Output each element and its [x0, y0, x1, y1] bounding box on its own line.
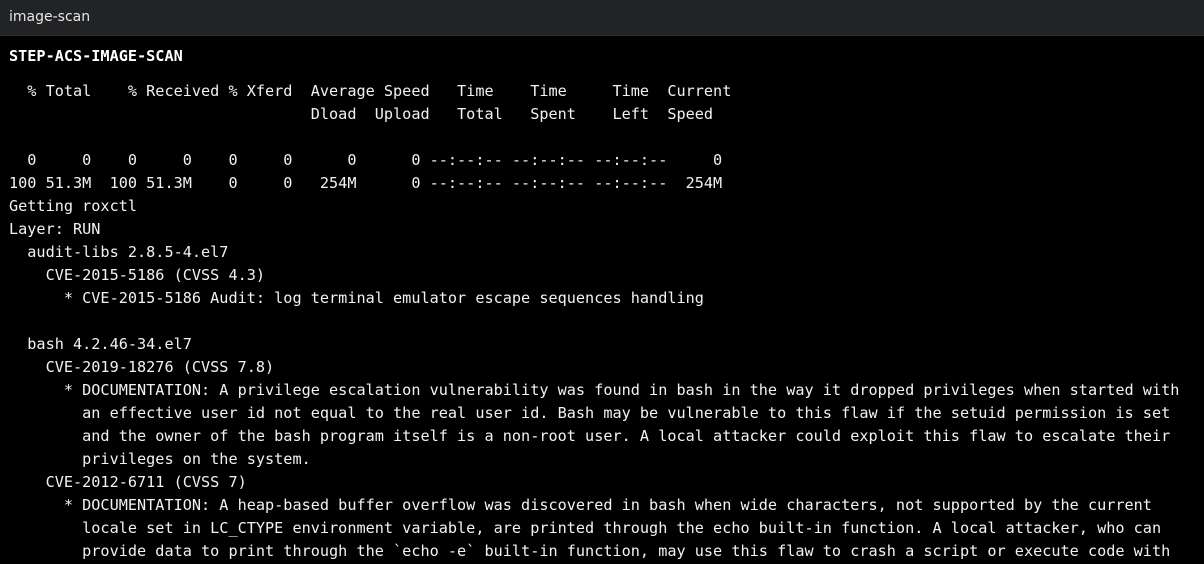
log-output[interactable]: STEP-ACS-IMAGE-SCAN % Total % Received %… [0, 36, 1204, 564]
terminal-window: image-scan STEP-ACS-IMAGE-SCAN % Total %… [0, 0, 1204, 564]
log-line: * CVE-2015-5186 Audit: log terminal emul… [9, 289, 704, 307]
log-line: bash 4.2.46-34.el7 [9, 335, 192, 353]
log-line: CVE-2012-6711 (CVSS 7) [9, 473, 247, 491]
log-line: 0 0 0 0 0 0 0 0 --:--:-- --:--:-- --:--:… [9, 151, 723, 169]
log-lines: % Total % Received % Xferd Average Speed… [9, 80, 1179, 563]
log-line: * DOCUMENTATION: A heap-based buffer ove… [9, 496, 1152, 514]
log-line: audit-libs 2.8.5-4.el7 [9, 243, 229, 261]
step-heading: STEP-ACS-IMAGE-SCAN [9, 47, 183, 65]
log-line: 100 51.3M 100 51.3M 0 0 254M 0 --:--:-- … [9, 174, 723, 192]
log-line: Getting roxctl [9, 197, 138, 215]
window-title: image-scan [9, 9, 91, 25]
log-line: and the owner of the bash program itself… [9, 427, 1171, 445]
log-line: locale set in LC_CTYPE environment varia… [9, 519, 1162, 537]
log-line: CVE-2019-18276 (CVSS 7.8) [9, 358, 275, 376]
log-line: % Total % Received % Xferd Average Speed… [9, 82, 732, 100]
log-line: * DOCUMENTATION: A privilege escalation … [9, 381, 1180, 399]
log-line: Layer: RUN [9, 220, 101, 238]
log-line: an effective user id not equal to the re… [9, 404, 1171, 422]
log-line: CVE-2015-5186 (CVSS 4.3) [9, 266, 266, 284]
log-line: privileges on the system. [9, 450, 311, 468]
title-bar: image-scan [0, 0, 1204, 36]
log-line: provide data to print through the `echo … [9, 542, 1171, 560]
log-line: Dload Upload Total Spent Left Speed [9, 105, 714, 123]
